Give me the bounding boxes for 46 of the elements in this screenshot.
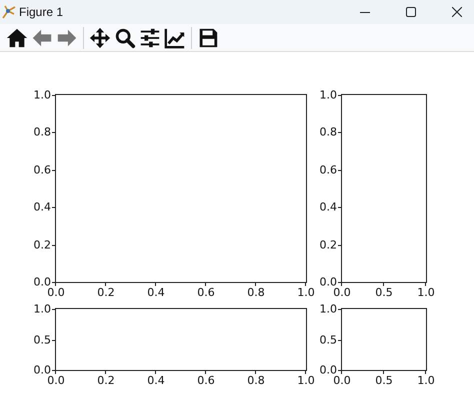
tick-label: 0.0 [333,286,351,299]
tick-label: 0.0 [34,364,51,376]
tick-label: 0.2 [97,286,115,299]
tick-label: 0.2 [34,238,51,252]
tick-label: 0.0 [320,276,337,288]
tick-label: 1.0 [320,302,337,316]
search-icon[interactable] [114,26,136,48]
tick-label: 1.0 [34,302,51,316]
tick-label: 0.0 [34,276,51,288]
sliders-icon[interactable] [139,26,161,48]
tick-label: 0.6 [197,374,215,387]
save-icon[interactable] [197,26,219,48]
tick-label: 1.0 [297,374,315,387]
maximize-icon[interactable] [406,7,416,17]
window-title: Figure 1 [19,5,64,19]
tick-label: 0.5 [375,286,393,299]
tick-label: 0.6 [34,163,51,176]
tick-label: 0.8 [34,126,51,139]
tick-label: 0.5 [320,333,337,346]
tick-label: 0.0 [320,364,337,376]
line-chart-icon[interactable] [164,26,186,48]
tick-label: 0.5 [34,333,51,346]
tick-label: 0.0 [47,286,65,299]
tick-label: 0.6 [197,286,215,299]
tick-label: 1.0 [320,88,337,102]
close-icon[interactable] [452,7,462,17]
move-icon[interactable] [89,26,111,48]
tick-label: 0.8 [247,374,265,387]
tick-label: 0.2 [97,374,115,387]
tick-label: 1.0 [417,374,435,387]
tick-label: 1.0 [34,88,51,102]
home-icon[interactable] [6,26,28,48]
tick-label: 0.4 [34,200,51,214]
tick-label: 0.5 [375,374,393,387]
tick-label: 0.0 [333,374,351,387]
tick-label: 0.8 [247,286,265,299]
tick-label: 0.2 [320,238,337,252]
tick-label: 0.8 [320,126,337,139]
app-icon [2,5,16,19]
tick-label: 0.6 [320,163,337,176]
tick-label: 0.4 [147,286,165,299]
tick-label: 1.0 [417,286,435,299]
tick-label: 1.0 [297,286,315,299]
tick-label: 0.0 [47,374,65,387]
tick-label: 0.4 [320,200,337,214]
tick-label: 0.4 [147,374,165,387]
